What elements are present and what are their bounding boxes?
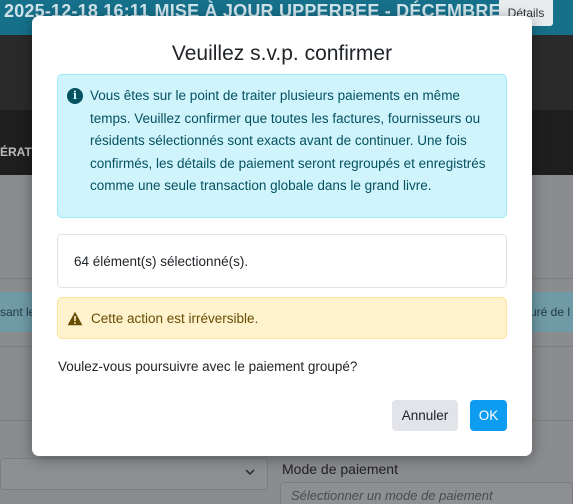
payment-mode-placeholder: Sélectionner un mode de paiement — [291, 488, 493, 503]
selected-count-box: 64 élément(s) sélectionné(s). — [57, 234, 507, 288]
confirm-dialog: Veuillez s.v.p. confirmer i Vous êtes su… — [32, 16, 532, 456]
info-strip-right-text: uré de l — [530, 305, 571, 319]
chevron-down-icon — [244, 465, 256, 481]
payment-mode-label: Mode de paiement — [282, 461, 398, 477]
confirm-question: Voulez-vous poursuivre avec le paiement … — [58, 359, 358, 374]
info-alert-message: Vous êtes sur le point de traiter plusie… — [90, 88, 486, 193]
warning-alert-message: Cette action est irréversible. — [91, 311, 259, 326]
info-alert: i Vous êtes sur le point de traiter plus… — [57, 74, 507, 218]
warning-alert: Cette action est irréversible. — [57, 297, 507, 339]
warning-triangle-icon — [67, 311, 83, 326]
selected-count-text: 64 élément(s) sélectionné(s). — [74, 254, 249, 269]
info-circle-icon: i — [67, 88, 83, 104]
ok-button[interactable]: OK — [470, 400, 507, 431]
info-strip-left-text: sant le — [0, 305, 36, 319]
background-select[interactable] — [0, 458, 268, 490]
nav-partial-label: ÉRATI — [0, 145, 36, 159]
cancel-button[interactable]: Annuler — [392, 400, 458, 431]
dialog-title: Veuillez s.v.p. confirmer — [171, 42, 393, 65]
